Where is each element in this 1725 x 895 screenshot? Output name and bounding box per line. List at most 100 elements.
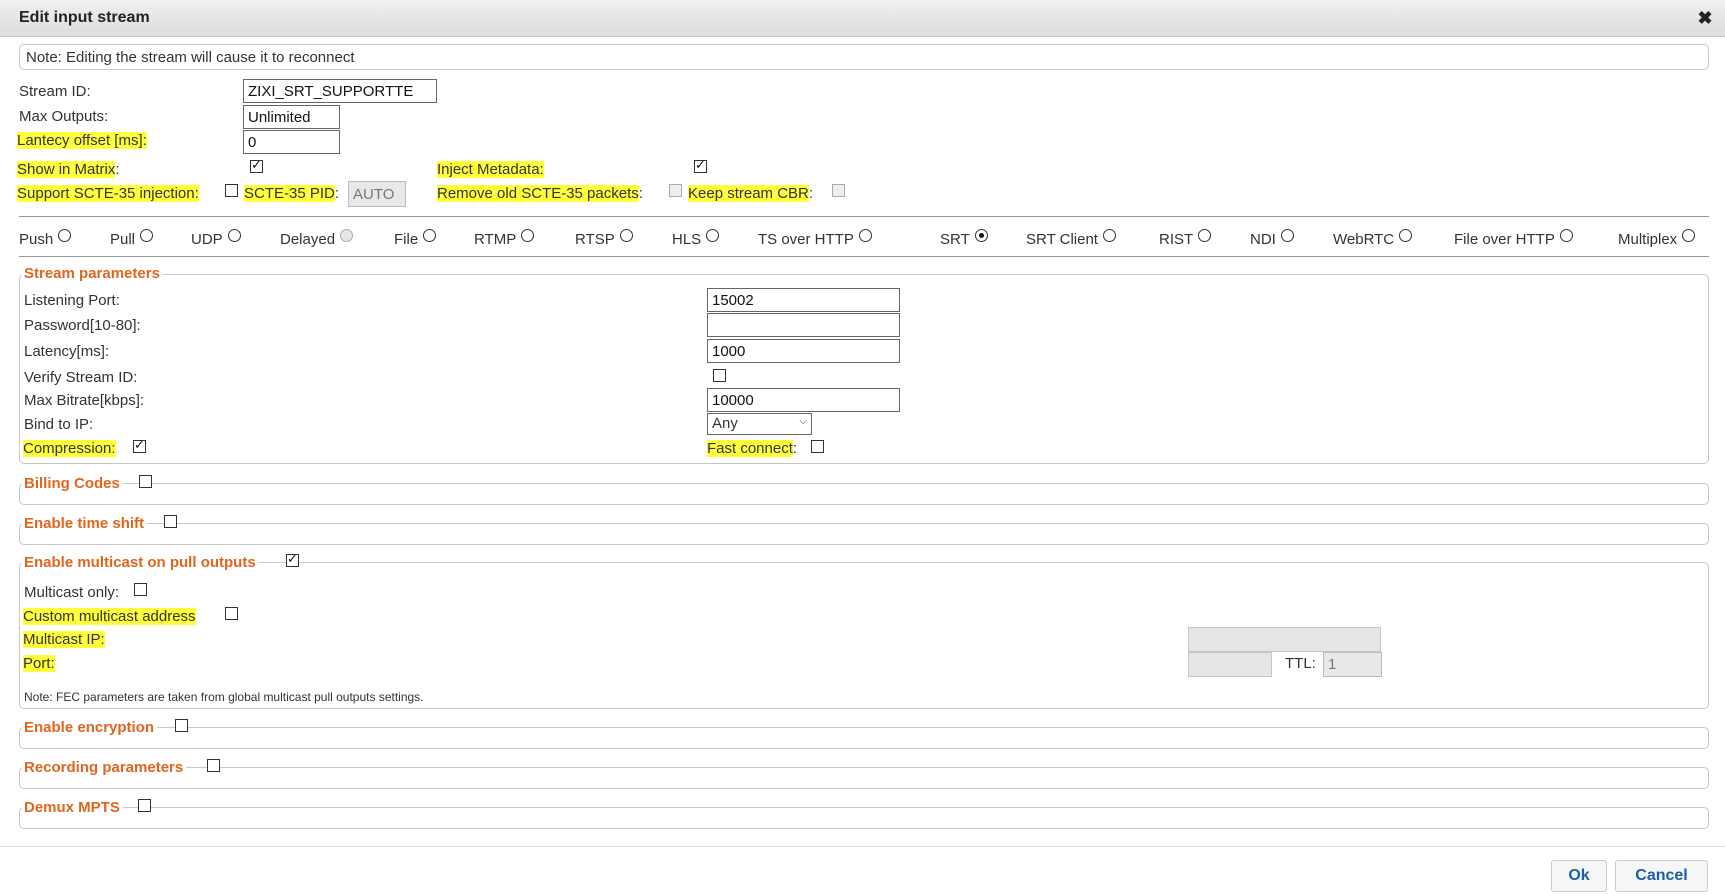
ok-button[interactable]: Ok: [1551, 860, 1607, 892]
stream-type-label: File over HTTP: [1454, 231, 1555, 248]
stream-type-radio[interactable]: [706, 229, 720, 242]
encryption-checkbox[interactable]: [175, 719, 188, 732]
stream-type-radio[interactable]: [1198, 229, 1212, 242]
multicast-ip-label: Multicast IP:: [23, 631, 105, 648]
demux-fieldset: [19, 807, 1709, 829]
stream-type-radio[interactable]: [619, 229, 633, 242]
fast-connect-checkbox[interactable]: [811, 440, 824, 453]
ttl-input[interactable]: [1323, 652, 1382, 677]
stream-type-delayed[interactable]: Delayed: [280, 229, 354, 248]
stream-type-label: TS over HTTP: [758, 231, 854, 248]
stream-type-label: File: [394, 231, 419, 248]
stream-type-label: RTMP: [474, 231, 517, 248]
inject-metadata-label: Inject Metadata:: [437, 161, 544, 178]
stream-type-radio[interactable]: [1280, 229, 1294, 242]
stream-type-hls[interactable]: HLS: [672, 229, 720, 248]
stream-type-radio[interactable]: [858, 229, 872, 242]
latency-label: Latency[ms]:: [24, 343, 110, 360]
stream-type-webrtc[interactable]: WebRTC: [1333, 229, 1413, 248]
fast-connect-label: Fast connect:: [707, 440, 798, 457]
stream-type-radio[interactable]: [1399, 229, 1413, 242]
stream-type-label: SRT Client: [1026, 231, 1098, 248]
multicast-ip-input[interactable]: [1188, 627, 1381, 652]
stream-type-radio[interactable]: [1559, 229, 1573, 242]
stream-type-radio[interactable]: [1102, 229, 1116, 242]
ttl-label: TTL:: [1285, 655, 1316, 672]
stream-type-label: HLS: [672, 231, 702, 248]
stream-type-rtmp[interactable]: RTMP: [474, 229, 535, 248]
demux-checkbox[interactable]: [138, 799, 151, 812]
stream-type-file-over-http[interactable]: File over HTTP: [1454, 229, 1573, 248]
multicast-only-checkbox[interactable]: [134, 583, 147, 596]
compression-label: Compression:: [23, 440, 116, 457]
recording-checkbox[interactable]: [207, 759, 220, 772]
close-icon[interactable]: ✖: [1695, 8, 1715, 28]
scte35-pid-label: SCTE-35 PID:: [244, 185, 340, 202]
password-label: Password[10-80]:: [24, 317, 141, 334]
inject-metadata-checkbox[interactable]: [694, 157, 707, 173]
reconnect-note: Note: Editing the stream will cause it t…: [19, 44, 1709, 70]
stream-type-label: UDP: [191, 231, 223, 248]
stream-type-radio[interactable]: [140, 229, 154, 242]
stream-type-radio[interactable]: [227, 229, 241, 242]
stream-type-label: SRT: [940, 231, 970, 248]
verify-stream-id-checkbox[interactable]: [713, 369, 726, 382]
max-bitrate-label: Max Bitrate[kbps]:: [24, 392, 145, 409]
multicast-checkbox[interactable]: [286, 551, 299, 567]
stream-type-rist[interactable]: RIST: [1159, 229, 1212, 248]
listening-port-input[interactable]: [707, 288, 900, 312]
stream-type-label: RIST: [1159, 231, 1194, 248]
password-input[interactable]: [707, 313, 900, 337]
stream-type-label: RTSP: [575, 231, 615, 248]
stream-type-rtsp[interactable]: RTSP: [575, 229, 633, 248]
multicast-only-label: Multicast only:: [24, 584, 120, 601]
stream-type-srt[interactable]: SRT: [940, 229, 988, 248]
stream-type-label: Delayed: [280, 231, 336, 248]
cancel-button[interactable]: Cancel: [1615, 860, 1708, 892]
stream-type-srt-client[interactable]: SRT Client: [1026, 229, 1116, 248]
max-bitrate-input[interactable]: [707, 388, 900, 412]
stream-type-push[interactable]: Push: [19, 229, 72, 248]
multicast-legend: Enable multicast on pull outputs: [22, 554, 259, 571]
stream-id-label: Stream ID:: [19, 83, 91, 100]
stream-type-ts-over-http[interactable]: TS over HTTP: [758, 229, 872, 248]
remove-old-scte35-checkbox[interactable]: [669, 184, 682, 197]
stream-id-input[interactable]: [243, 79, 437, 103]
show-in-matrix-checkbox[interactable]: [250, 157, 263, 173]
time-shift-fieldset: [19, 523, 1709, 545]
stream-type-multiplex[interactable]: Multiplex: [1618, 229, 1696, 248]
stream-type-radio[interactable]: [423, 229, 437, 242]
scte35-injection-checkbox[interactable]: [225, 184, 238, 197]
stream-type-radio[interactable]: [521, 229, 535, 242]
stream-type-label: Pull: [110, 231, 136, 248]
compression-checkbox[interactable]: [133, 437, 146, 453]
bind-ip-select[interactable]: Any ⌵: [707, 413, 812, 435]
stream-type-udp[interactable]: UDP: [191, 229, 241, 248]
stream-type-pull[interactable]: Pull: [110, 229, 154, 248]
stream-type-radio[interactable]: [58, 229, 72, 242]
multicast-port-input[interactable]: [1188, 652, 1272, 677]
recording-fieldset: [19, 767, 1709, 789]
stream-type-label: WebRTC: [1333, 231, 1395, 248]
billing-codes-fieldset: [19, 483, 1709, 505]
multicast-fec-note: Note: FEC parameters are taken from glob…: [24, 690, 424, 704]
stream-type-radio[interactable]: [974, 229, 988, 242]
scte35-pid-input[interactable]: [348, 181, 406, 207]
stream-type-radio[interactable]: [340, 229, 354, 242]
latency-offset-input[interactable]: [243, 130, 340, 154]
footer-divider: [0, 846, 1725, 847]
latency-input[interactable]: [707, 339, 900, 363]
dialog-titlebar: Edit input stream ✖: [0, 0, 1725, 37]
latency-offset-label: Lantecy offset [ms]:: [17, 132, 147, 149]
max-outputs-input[interactable]: [243, 105, 340, 129]
keep-cbr-checkbox[interactable]: [832, 184, 845, 197]
stream-type-file[interactable]: File: [394, 229, 437, 248]
recording-legend: Recording parameters: [22, 759, 187, 776]
billing-codes-checkbox[interactable]: [139, 475, 152, 488]
bind-ip-label: Bind to IP:: [24, 416, 94, 433]
time-shift-checkbox[interactable]: [164, 515, 177, 528]
remove-old-scte35-label: Remove old SCTE-35 packets:: [437, 185, 643, 202]
custom-multicast-address-checkbox[interactable]: [225, 607, 238, 620]
stream-type-ndi[interactable]: NDI: [1250, 229, 1294, 248]
stream-type-radio[interactable]: [1682, 229, 1696, 242]
